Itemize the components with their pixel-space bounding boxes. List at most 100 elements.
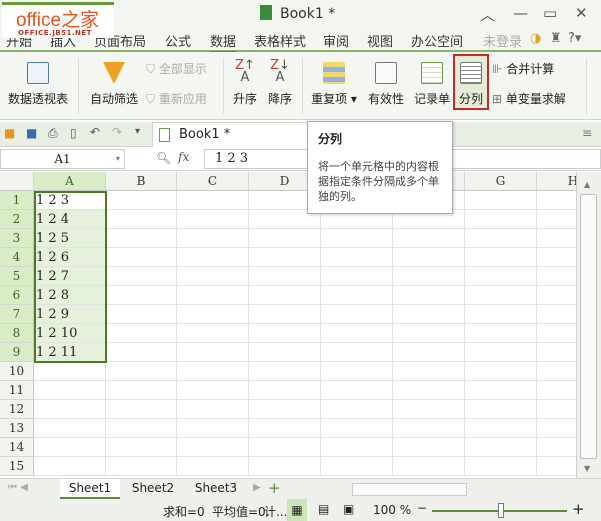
- cell[interactable]: [106, 362, 177, 381]
- cell[interactable]: [393, 267, 465, 286]
- print-icon[interactable]: ⎙: [48, 126, 58, 141]
- column-header-H[interactable]: H: [537, 172, 576, 191]
- cell[interactable]: [393, 457, 465, 476]
- cell[interactable]: [106, 286, 177, 305]
- cell[interactable]: [321, 400, 393, 419]
- tab-data[interactable]: 数据: [210, 31, 237, 54]
- cell[interactable]: [465, 419, 537, 438]
- skin-icon[interactable]: ♜: [550, 31, 562, 46]
- autofilter-button[interactable]: 自动筛选: [88, 62, 140, 107]
- cell[interactable]: [393, 324, 465, 343]
- tab-office-space[interactable]: 办公空间: [411, 31, 463, 50]
- cell[interactable]: [106, 267, 177, 286]
- undo-icon[interactable]: ↶: [90, 125, 100, 139]
- cell[interactable]: [106, 324, 177, 343]
- cell[interactable]: [249, 457, 321, 476]
- cell[interactable]: [177, 362, 249, 381]
- cell[interactable]: [393, 381, 465, 400]
- zoom-out-icon[interactable]: −: [417, 501, 427, 515]
- cell[interactable]: [321, 286, 393, 305]
- maximize-button[interactable]: ▭: [543, 4, 557, 22]
- add-sheet-icon[interactable]: +: [268, 479, 281, 497]
- cell[interactable]: [537, 457, 576, 476]
- cell[interactable]: [321, 457, 393, 476]
- column-header-C[interactable]: C: [177, 172, 249, 191]
- cell[interactable]: [106, 229, 177, 248]
- cell[interactable]: [537, 267, 576, 286]
- horizontal-scrollbar[interactable]: [352, 483, 467, 496]
- cell[interactable]: [393, 419, 465, 438]
- row-header-2[interactable]: 2: [0, 210, 34, 229]
- minimize-button[interactable]: —: [513, 4, 528, 22]
- name-box[interactable]: A1 ▾: [0, 149, 125, 169]
- fullscreen-view-icon[interactable]: ▣: [343, 502, 354, 516]
- cell[interactable]: [34, 438, 106, 457]
- cell[interactable]: 1 2 3: [34, 191, 106, 210]
- cell[interactable]: [106, 210, 177, 229]
- show-all-button[interactable]: ⛉ 全部显示: [146, 60, 207, 77]
- scroll-thumb[interactable]: [580, 194, 597, 459]
- sheet-tab-2[interactable]: Sheet2: [123, 479, 183, 499]
- consolidate-button[interactable]: ⊪ 合并计算: [492, 60, 554, 77]
- cell[interactable]: [537, 324, 576, 343]
- tab-formula[interactable]: 公式: [165, 31, 191, 50]
- row-header-15[interactable]: 15: [0, 457, 34, 476]
- cell[interactable]: [321, 381, 393, 400]
- cell[interactable]: [465, 438, 537, 457]
- cell[interactable]: [537, 419, 576, 438]
- cell[interactable]: [537, 286, 576, 305]
- collapse-ribbon-button[interactable]: ︿: [480, 4, 495, 25]
- cell[interactable]: [249, 248, 321, 267]
- cell[interactable]: [393, 343, 465, 362]
- cell[interactable]: 1 2 8: [34, 286, 106, 305]
- sync-icon[interactable]: ◑: [530, 31, 541, 46]
- zoom-in-icon[interactable]: +: [572, 500, 585, 518]
- cell[interactable]: [249, 438, 321, 457]
- row-header-5[interactable]: 5: [0, 267, 34, 286]
- cell[interactable]: [249, 419, 321, 438]
- row-header-7[interactable]: 7: [0, 305, 34, 324]
- cell[interactable]: [393, 248, 465, 267]
- save-icon[interactable]: ■: [26, 126, 37, 140]
- split-columns-button[interactable]: 分列: [453, 54, 489, 110]
- cell[interactable]: [465, 267, 537, 286]
- close-button[interactable]: ✕: [575, 4, 588, 22]
- cell[interactable]: [393, 229, 465, 248]
- cell[interactable]: [321, 248, 393, 267]
- cell[interactable]: [34, 419, 106, 438]
- cell[interactable]: [177, 400, 249, 419]
- cell[interactable]: [106, 381, 177, 400]
- cell[interactable]: [465, 362, 537, 381]
- customize-dropdown-icon[interactable]: ▾: [135, 126, 140, 137]
- cell[interactable]: 1 2 6: [34, 248, 106, 267]
- redo-icon[interactable]: ↷: [112, 125, 122, 139]
- cell[interactable]: [537, 381, 576, 400]
- reapply-button[interactable]: ⛉ 重新应用: [146, 90, 207, 107]
- cell[interactable]: [321, 419, 393, 438]
- tab-review[interactable]: 审阅: [323, 31, 349, 50]
- cell[interactable]: [249, 381, 321, 400]
- cell[interactable]: [177, 267, 249, 286]
- cell[interactable]: [393, 400, 465, 419]
- cell[interactable]: [393, 286, 465, 305]
- scroll-down-icon[interactable]: ▼: [584, 464, 590, 473]
- cell[interactable]: [537, 400, 576, 419]
- cell[interactable]: [249, 324, 321, 343]
- next-sheet-icon[interactable]: ▶: [253, 482, 261, 493]
- cell[interactable]: [177, 438, 249, 457]
- print-preview-icon[interactable]: ▯: [70, 126, 77, 140]
- cell[interactable]: [465, 324, 537, 343]
- cell[interactable]: [34, 362, 106, 381]
- sheet-tab-3[interactable]: Sheet3: [186, 479, 246, 499]
- validity-button[interactable]: 有效性: [366, 62, 406, 107]
- row-header-14[interactable]: 14: [0, 438, 34, 457]
- cell[interactable]: [465, 457, 537, 476]
- cell[interactable]: 1 2 4: [34, 210, 106, 229]
- cell[interactable]: [177, 457, 249, 476]
- cell[interactable]: [465, 286, 537, 305]
- row-header-6[interactable]: 6: [0, 286, 34, 305]
- cell[interactable]: [177, 343, 249, 362]
- login-link[interactable]: 未登录: [483, 31, 522, 50]
- cell[interactable]: 1 2 10: [34, 324, 106, 343]
- doc-list-icon[interactable]: ≡: [582, 126, 592, 140]
